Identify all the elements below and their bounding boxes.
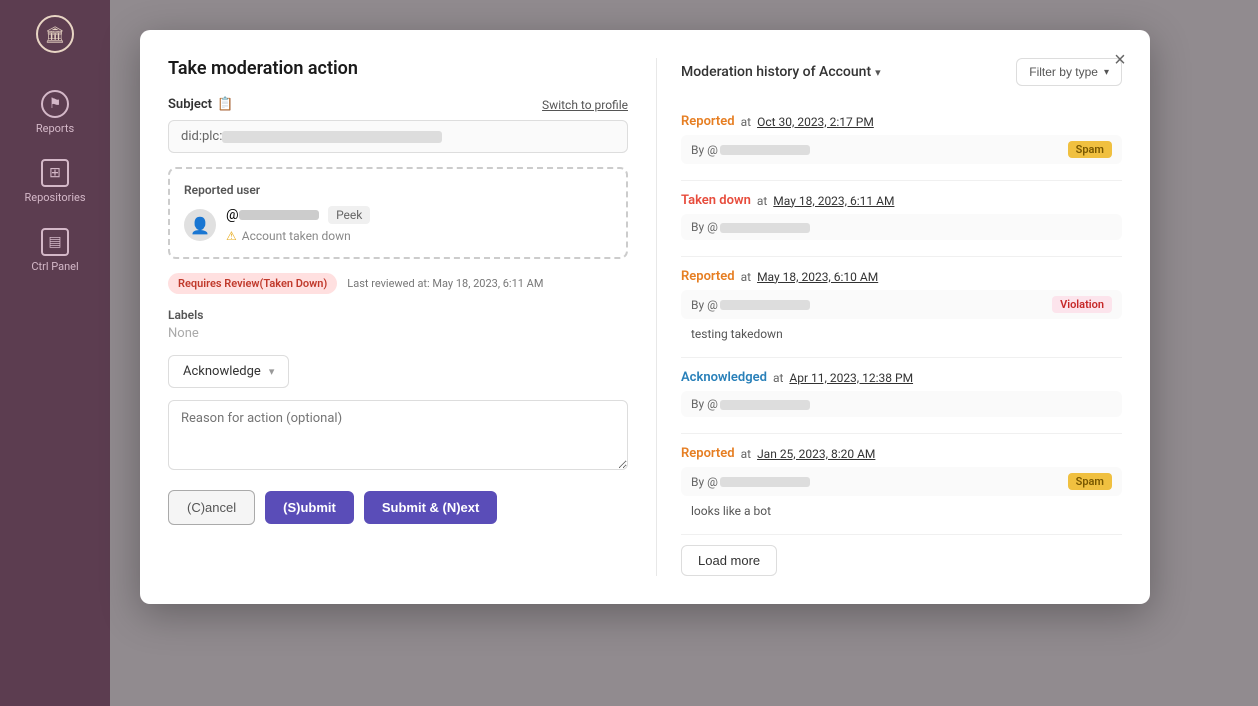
entry-date-4: Apr 11, 2023, 12:38 PM: [789, 371, 913, 385]
entry-by-5: By @: [691, 475, 810, 489]
user-info: @ Peek ⚠ Account taken down: [226, 207, 370, 243]
entry-at-2: at: [757, 194, 767, 208]
entry-by-3: By @: [691, 298, 810, 312]
history-title: Moderation history of Account ▾: [681, 64, 881, 80]
action-buttons-row: (C)ancel (S)ubmit Submit & (N)ext: [168, 490, 628, 525]
entry-header-4: Acknowledged at Apr 11, 2023, 12:38 PM: [681, 370, 1122, 385]
sidebar-item-reports[interactable]: ⚑ Reports: [0, 78, 110, 147]
account-taken-down: ⚠ Account taken down: [226, 229, 370, 243]
copy-icon: 📋: [217, 97, 233, 112]
submit-button[interactable]: (S)ubmit: [265, 491, 354, 524]
switch-to-profile-link[interactable]: Switch to profile: [542, 98, 628, 112]
at-prefix: @: [226, 207, 239, 223]
user-avatar: 👤: [184, 209, 216, 241]
entry-tag-3: Violation: [1052, 296, 1112, 313]
entry-type-3: Reported: [681, 269, 735, 284]
modal-overlay: × Take moderation action Subject 📋 Switc…: [110, 0, 1258, 706]
entry-note-3: testing takedown: [681, 323, 1122, 345]
entry-tag-5: Spam: [1068, 473, 1112, 490]
user-handle-row: @ Peek: [226, 207, 370, 223]
entry-by-row-4: By @: [681, 391, 1122, 417]
history-entry-3: Reported at May 18, 2023, 6:10 AM By @ V…: [681, 257, 1122, 358]
entry-at-3: at: [741, 270, 751, 284]
action-select-value: Acknowledge: [183, 364, 261, 379]
history-entry-1: Reported at Oct 30, 2023, 2:17 PM By @ S…: [681, 102, 1122, 181]
sidebar-item-repositories[interactable]: ⊞ Repositories: [0, 147, 110, 216]
submit-next-button[interactable]: Submit & (N)ext: [364, 491, 498, 524]
entry-header-3: Reported at May 18, 2023, 6:10 AM: [681, 269, 1122, 284]
status-badge: Requires Review(Taken Down): [168, 273, 337, 294]
history-title-chevron: ▾: [875, 66, 881, 79]
history-entries: Reported at Oct 30, 2023, 2:17 PM By @ S…: [681, 102, 1122, 535]
load-more-button[interactable]: Load more: [681, 545, 777, 576]
subject-row: Subject 📋 Switch to profile: [168, 97, 628, 112]
modal-left-panel: Take moderation action Subject 📋 Switch …: [168, 58, 628, 576]
modal-close-button[interactable]: ×: [1106, 46, 1134, 74]
entry-type-5: Reported: [681, 446, 735, 461]
entry-by-2: By @: [691, 220, 810, 234]
peek-button[interactable]: Peek: [328, 206, 370, 224]
last-reviewed-text: Last reviewed at: May 18, 2023, 6:11 AM: [347, 277, 543, 290]
entry-tag-1: Spam: [1068, 141, 1112, 158]
sidebar: 🏛 ⚑ Reports ⊞ Repositories ▤ Ctrl Panel: [0, 0, 110, 706]
ctrl-panel-icon: ▤: [41, 228, 69, 256]
subject-label-text: Subject: [168, 97, 212, 112]
warn-icon: ⚠: [226, 229, 237, 243]
entry-by-row-2: By @: [681, 214, 1122, 240]
labels-section: Labels None: [168, 308, 628, 341]
entry-date-5: Jan 25, 2023, 8:20 AM: [757, 447, 875, 461]
modal-dialog: × Take moderation action Subject 📋 Switc…: [140, 30, 1150, 604]
modal-right-panel: Moderation history of Account ▾ Filter b…: [656, 58, 1122, 576]
history-entry-4: Acknowledged at Apr 11, 2023, 12:38 PM B…: [681, 358, 1122, 434]
sidebar-item-reports-label: Reports: [36, 122, 74, 135]
history-header: Moderation history of Account ▾ Filter b…: [681, 58, 1122, 86]
entry-type-2: Taken down: [681, 193, 751, 208]
reported-user-label: Reported user: [184, 183, 612, 197]
reports-icon: ⚑: [41, 90, 69, 118]
labels-title: Labels: [168, 308, 628, 322]
entry-header-1: Reported at Oct 30, 2023, 2:17 PM: [681, 114, 1122, 129]
entry-date-2: May 18, 2023, 6:11 AM: [773, 194, 894, 208]
app-logo: 🏛: [31, 10, 79, 58]
history-entry-5: Reported at Jan 25, 2023, 8:20 AM By @ S…: [681, 434, 1122, 535]
history-entry-2: Taken down at May 18, 2023, 6:11 AM By @: [681, 181, 1122, 257]
reported-user-box: Reported user 👤 @ Peek ⚠ Account taken d…: [168, 167, 628, 259]
entry-by-row-5: By @ Spam: [681, 467, 1122, 496]
entry-at-1: at: [741, 115, 751, 129]
svg-text:🏛: 🏛: [45, 25, 65, 44]
action-select-dropdown[interactable]: Acknowledge ▾: [168, 355, 289, 388]
entry-note-5: looks like a bot: [681, 500, 1122, 522]
repositories-icon: ⊞: [41, 159, 69, 187]
entry-by-4: By @: [691, 397, 810, 411]
action-chevron-icon: ▾: [269, 365, 275, 378]
entry-header-5: Reported at Jan 25, 2023, 8:20 AM: [681, 446, 1122, 461]
cancel-button[interactable]: (C)ancel: [168, 490, 255, 525]
sidebar-item-repositories-label: Repositories: [24, 191, 85, 204]
subject-input-display: did:plc:: [168, 120, 628, 153]
entry-by-row-1: By @ Spam: [681, 135, 1122, 164]
entry-by-1: By @: [691, 143, 810, 157]
sidebar-item-ctrl-panel-label: Ctrl Panel: [31, 260, 78, 273]
labels-value: None: [168, 326, 628, 341]
entry-by-row-3: By @ Violation: [681, 290, 1122, 319]
entry-type-4: Acknowledged: [681, 370, 767, 385]
entry-at-5: at: [741, 447, 751, 461]
subject-label: Subject 📋: [168, 97, 233, 112]
user-row: 👤 @ Peek ⚠ Account taken down: [184, 207, 612, 243]
reason-textarea[interactable]: [168, 400, 628, 470]
entry-date-3: May 18, 2023, 6:10 AM: [757, 270, 878, 284]
modal-title: Take moderation action: [168, 58, 628, 79]
filter-label: Filter by type: [1029, 65, 1098, 79]
entry-type-1: Reported: [681, 114, 735, 129]
sidebar-item-ctrl-panel[interactable]: ▤ Ctrl Panel: [0, 216, 110, 285]
entry-at-4: at: [773, 371, 783, 385]
entry-header-2: Taken down at May 18, 2023, 6:11 AM: [681, 193, 1122, 208]
status-badges-row: Requires Review(Taken Down) Last reviewe…: [168, 273, 628, 294]
entry-date-1: Oct 30, 2023, 2:17 PM: [757, 115, 874, 129]
